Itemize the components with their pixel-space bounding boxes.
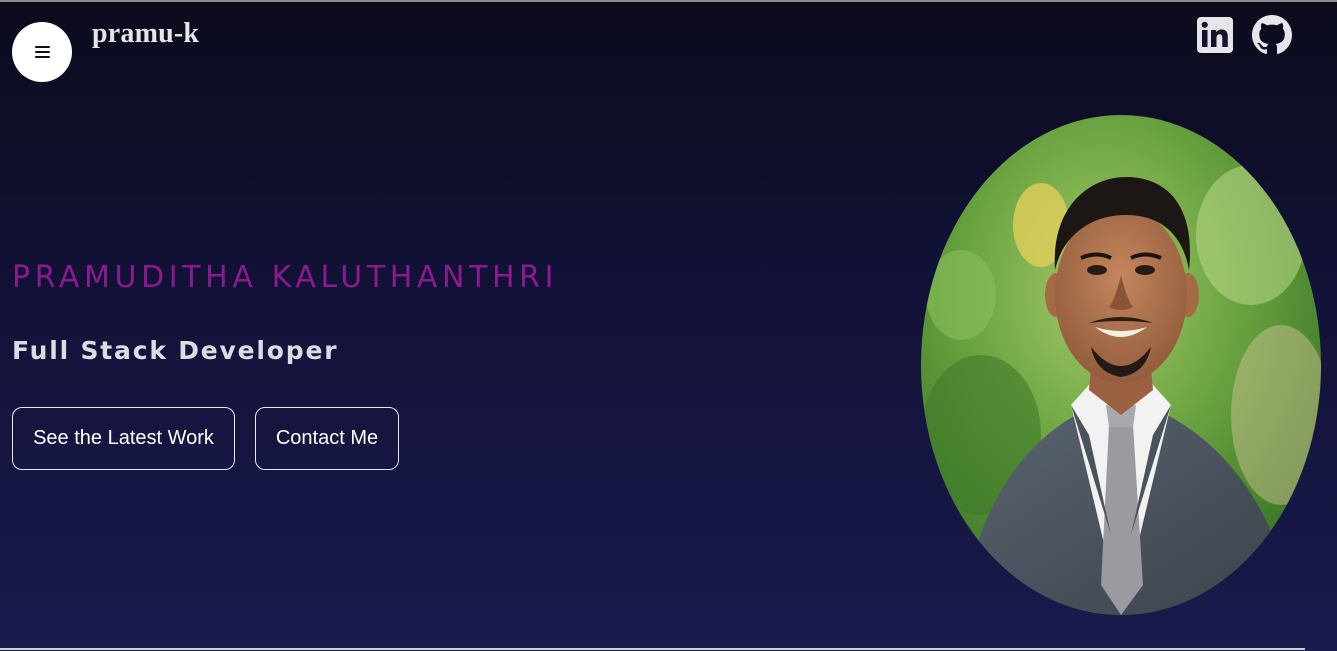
github-icon xyxy=(1252,15,1292,55)
bottom-divider xyxy=(0,648,1305,650)
contact-me-button[interactable]: Contact Me xyxy=(255,407,399,470)
hero-name-heading: PRAMUDITHA KALUTHANTHRI xyxy=(12,260,559,295)
menu-button[interactable] xyxy=(12,22,72,82)
linkedin-icon xyxy=(1197,17,1233,53)
github-link[interactable] xyxy=(1251,15,1293,55)
top-divider xyxy=(0,0,1337,2)
see-latest-work-button[interactable]: See the Latest Work xyxy=(12,407,235,470)
hamburger-menu-icon xyxy=(34,45,50,59)
profile-photo xyxy=(921,115,1321,615)
linkedin-link[interactable] xyxy=(1196,15,1234,55)
brand-logo-text[interactable]: pramu-k xyxy=(92,18,199,50)
hero-role-subheading: Full Stack Developer xyxy=(12,336,339,365)
